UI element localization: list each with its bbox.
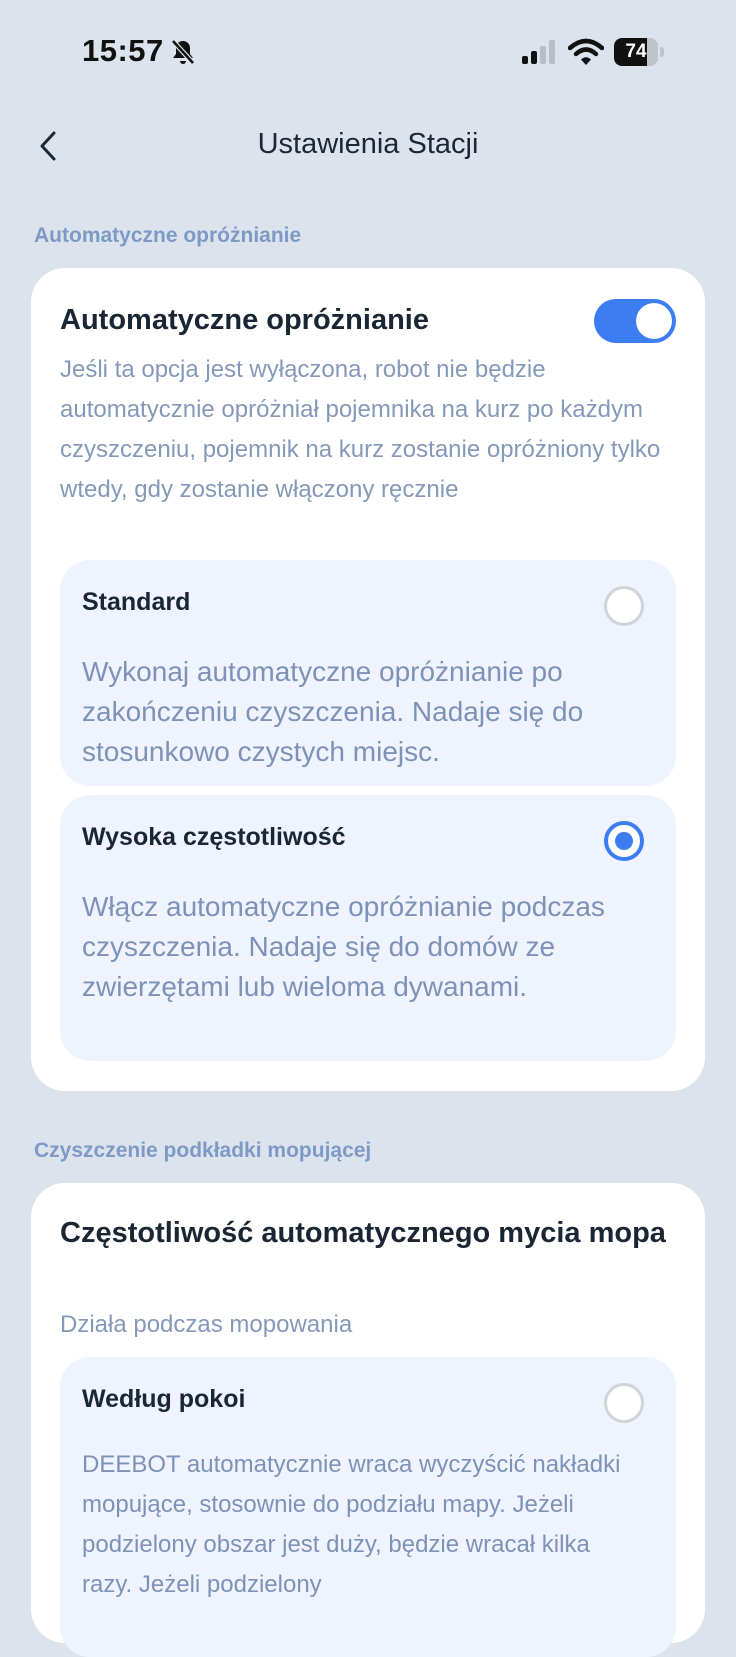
mop-wash-card: Częstotliwość automatycznego mycia mopa … xyxy=(31,1183,705,1657)
option-standard[interactable]: Standard Wykonaj automatyczne opróżniani… xyxy=(60,560,676,786)
status-bar: 15:57 74 xyxy=(0,0,736,100)
option-by-room-title: Według pokoi xyxy=(82,1385,246,1413)
battery-icon: 74 xyxy=(614,38,664,66)
section-label-mop-cleaning: Czyszczenie podkładki mopującej xyxy=(34,1139,372,1162)
mop-wash-subtitle: Działa podczas mopowania xyxy=(60,1311,353,1338)
auto-empty-card: Automatyczne opróżnianie Jeśli ta opcja … xyxy=(31,268,705,1091)
muted-bell-icon xyxy=(171,39,195,65)
option-standard-description: Wykonaj automatyczne opróżnianie po zako… xyxy=(82,656,584,767)
option-high-frequency-radio[interactable] xyxy=(604,821,644,861)
option-standard-title: Standard xyxy=(82,588,191,616)
option-by-room[interactable]: Według pokoi DEEBOT automatycznie wraca … xyxy=(60,1357,676,1657)
auto-empty-title: Automatyczne opróżnianie xyxy=(60,304,429,336)
option-high-frequency-description: Włącz automatyczne opróżnianie podczas c… xyxy=(82,891,605,1002)
auto-empty-description: Jeśli ta opcja jest wyłączona, robot nie… xyxy=(60,356,661,503)
option-by-room-description: DEEBOT automatycznie wraca wyczyścić nak… xyxy=(82,1451,621,1598)
page-title: Ustawienia Stacji xyxy=(257,128,479,160)
status-time: 15:57 xyxy=(82,33,164,68)
option-standard-radio[interactable] xyxy=(604,586,644,626)
option-by-room-radio[interactable] xyxy=(604,1383,644,1423)
nav-bar: Ustawienia Stacji xyxy=(0,110,736,180)
battery-level: 74 xyxy=(625,41,647,62)
mop-wash-title: Częstotliwość automatycznego mycia mopa xyxy=(60,1217,666,1249)
auto-empty-toggle[interactable] xyxy=(594,299,676,343)
option-high-frequency[interactable]: Wysoka częstotliwość Włącz automatyczne … xyxy=(60,795,676,1061)
wifi-icon xyxy=(568,38,604,65)
option-high-frequency-title: Wysoka częstotliwość xyxy=(82,823,346,851)
cellular-signal-icon xyxy=(522,40,555,64)
section-label-auto-empty: Automatyczne opróżnianie xyxy=(34,224,302,247)
